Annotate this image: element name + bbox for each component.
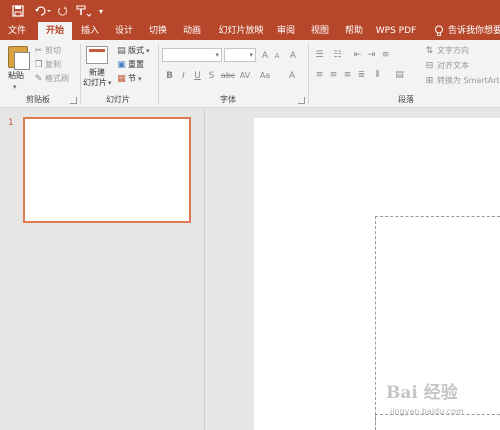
text-direction-button[interactable]: 文字方向 <box>437 45 469 57</box>
tab-insert[interactable]: 插入 <box>76 22 104 40</box>
ribbon-home: 粘贴 ▾ ✂ 剪切 ❐ 复制 ✎ 格式刷 剪贴板 新建 幻灯片 ▾ ▤ 版式 ▾… <box>0 40 500 108</box>
new-slide-dropdown-icon[interactable]: ▾ <box>108 77 112 89</box>
reset-icon: ▣ <box>117 60 126 70</box>
format-painter-icon: ✎ <box>34 74 43 84</box>
customize-quick-access-icon[interactable]: ▾ <box>96 3 106 19</box>
change-case-button[interactable]: Aa <box>258 70 272 82</box>
watermark-url: jingyan.baidu.com <box>390 407 464 416</box>
bullets-icon[interactable]: ☰ <box>314 50 325 61</box>
scissors-icon: ✂ <box>34 46 43 56</box>
underline-button[interactable]: U <box>192 70 203 82</box>
title-bar: ▾ <box>0 0 500 22</box>
watermark: Bai 经验 jingyan.baidu.com <box>386 378 496 424</box>
align-left-icon[interactable]: ≡ <box>314 70 325 81</box>
clear-format-button[interactable]: A <box>287 50 299 62</box>
save-icon[interactable] <box>10 3 26 19</box>
clipboard-launcher-icon[interactable] <box>70 97 77 104</box>
copy-icon: ❐ <box>34 60 43 70</box>
watermark-logo: Bai 经验 <box>386 383 458 403</box>
paragraph-extra-icon[interactable]: ▤ <box>394 70 405 81</box>
tab-design[interactable]: 设计 <box>110 22 138 40</box>
columns-icon[interactable]: ⫴ <box>372 70 383 81</box>
font-group-label: 字体 <box>220 95 236 104</box>
char-spacing-button[interactable]: AV <box>238 70 252 82</box>
undo-icon[interactable] <box>32 3 54 19</box>
new-slide-icon[interactable] <box>86 46 108 64</box>
convert-smartart-button[interactable]: 转换为 SmartArt <box>437 75 500 87</box>
grow-font-button[interactable]: A <box>260 50 270 62</box>
layout-icon: ▤ <box>117 46 126 56</box>
italic-button[interactable]: I <box>178 70 189 82</box>
copy-button[interactable]: 复制 <box>45 59 61 71</box>
chevron-down-icon[interactable]: ▾ <box>249 49 253 61</box>
justify-icon[interactable]: ≣ <box>356 70 367 81</box>
group-divider <box>308 44 309 104</box>
reset-button[interactable]: 重置 <box>128 59 144 71</box>
tab-view[interactable]: 视图 <box>306 22 334 40</box>
slide-thumbnail[interactable] <box>23 117 191 223</box>
layout-button[interactable]: 版式 <box>128 45 144 57</box>
ribbon-tab-bar: 文件 开始 插入 设计 切换 动画 幻灯片放映 审阅 视图 帮助 WPS PDF… <box>0 22 500 40</box>
line-spacing-icon[interactable]: ≡ <box>380 50 391 61</box>
slides-group-label: 幻灯片 <box>106 95 130 104</box>
paste-icon[interactable] <box>8 46 30 70</box>
paste-dropdown-icon[interactable]: ▾ <box>13 81 17 93</box>
font-size-input[interactable]: ▾ <box>224 48 256 62</box>
tab-review[interactable]: 审阅 <box>272 22 300 40</box>
group-divider <box>80 44 81 104</box>
section-dropdown-icon[interactable]: ▾ <box>138 73 142 85</box>
align-text-button[interactable]: 对齐文本 <box>437 60 469 72</box>
tab-help[interactable]: 帮助 <box>340 22 368 40</box>
chevron-down-icon[interactable]: ▾ <box>215 49 219 61</box>
format-painter-button[interactable]: 格式刷 <box>45 73 69 85</box>
section-icon: ▦ <box>117 74 126 84</box>
align-center-icon[interactable]: ≡ <box>328 70 339 81</box>
font-name-input[interactable]: ▾ <box>162 48 222 62</box>
group-divider <box>158 44 159 104</box>
shadow-button[interactable]: S <box>206 70 217 82</box>
text-direction-icon: ⇅ <box>425 46 434 56</box>
smartart-icon: ⊞ <box>425 76 434 86</box>
clipboard-group-label: 剪贴板 <box>26 95 50 104</box>
redo-icon[interactable] <box>56 3 70 19</box>
new-slide-label-2[interactable]: 幻灯片 <box>83 77 107 89</box>
numbering-icon[interactable]: ☷ <box>332 50 343 61</box>
format-painter-icon[interactable] <box>75 3 93 19</box>
bold-button[interactable]: B <box>164 70 175 82</box>
layout-dropdown-icon[interactable]: ▾ <box>146 45 150 57</box>
slide-thumbnail-pane[interactable]: 1 <box>0 108 205 430</box>
cut-button[interactable]: 剪切 <box>45 45 61 57</box>
slide-number: 1 <box>8 118 14 128</box>
increase-indent-icon[interactable]: ⇥ <box>366 50 377 61</box>
shrink-font-button[interactable]: A <box>272 50 282 62</box>
section-button[interactable]: 节 <box>128 73 136 85</box>
tab-file[interactable]: 文件 <box>2 22 32 40</box>
lightbulb-icon[interactable] <box>433 25 445 37</box>
tab-animations[interactable]: 动画 <box>178 22 206 40</box>
align-right-icon[interactable]: ≡ <box>342 70 353 81</box>
decrease-indent-icon[interactable]: ⇤ <box>352 50 363 61</box>
strikethrough-button[interactable]: abc <box>220 70 236 82</box>
paragraph-group-label: 段落 <box>398 95 414 104</box>
tab-wps-pdf[interactable]: WPS PDF <box>374 22 418 40</box>
tell-me-search[interactable]: 告诉我你想要做 <box>448 22 500 40</box>
tab-slideshow[interactable]: 幻灯片放映 <box>214 22 268 40</box>
align-text-icon: ⊟ <box>425 61 434 71</box>
font-color-button[interactable]: A <box>286 70 298 82</box>
tab-transitions[interactable]: 切换 <box>144 22 172 40</box>
tab-home[interactable]: 开始 <box>38 22 72 40</box>
font-launcher-icon[interactable] <box>298 97 305 104</box>
